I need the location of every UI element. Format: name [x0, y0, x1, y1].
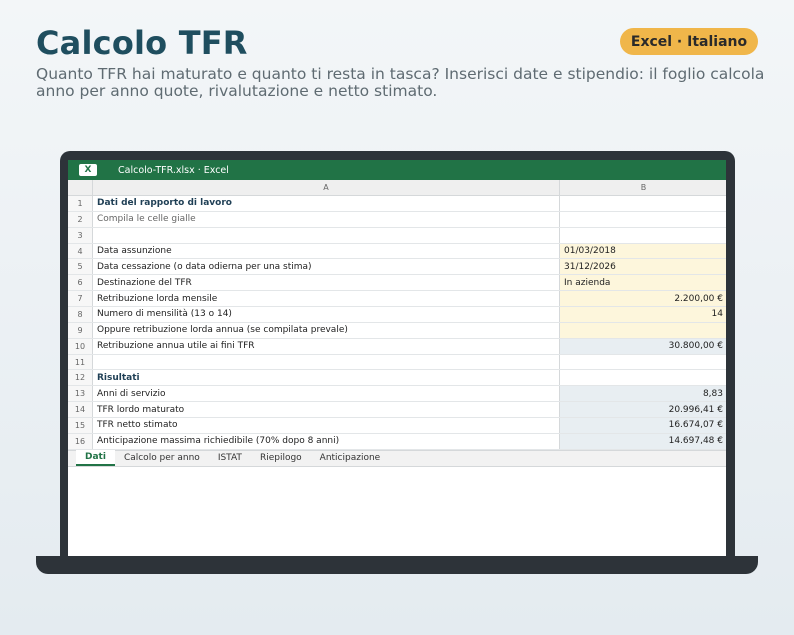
row-number[interactable]: 15: [68, 418, 93, 433]
table-row: 16 Anticipazione massima richiedibile (7…: [68, 433, 726, 450]
row-number[interactable]: 6: [68, 275, 93, 291]
cell-a8[interactable]: Numero di mensilità (13 o 14): [93, 307, 560, 322]
cell-b1[interactable]: [560, 196, 726, 211]
table-row: 3: [68, 227, 726, 244]
cell-a15[interactable]: TFR netto stimato: [93, 418, 560, 433]
tab-istat[interactable]: ISTAT: [209, 450, 251, 466]
row-number[interactable]: 4: [68, 243, 93, 259]
cell-b15[interactable]: 16.674,07 €: [560, 418, 726, 433]
cell-b6[interactable]: In azienda: [560, 275, 726, 291]
cell-a5[interactable]: Data cessazione (o data odierna per una …: [93, 259, 560, 275]
cell-a12[interactable]: Risultati: [93, 370, 560, 386]
column-header-b[interactable]: B: [560, 180, 726, 195]
table-row: 9 Oppure retribuzione lorda annua (se co…: [68, 322, 726, 339]
row-number[interactable]: 5: [68, 259, 93, 275]
row-number[interactable]: 8: [68, 307, 93, 322]
column-header-a[interactable]: A: [93, 180, 560, 195]
cell-b5[interactable]: 31/12/2026: [560, 259, 726, 275]
spreadsheet-grid: A B 1 Dati del rapporto di lavoro 2 Comp…: [68, 180, 726, 450]
excel-window: X Calcolo-TFR.xlsx · Excel A B 1 Dati de…: [68, 160, 726, 556]
row-number[interactable]: 3: [68, 227, 93, 243]
window-title: Calcolo-TFR.xlsx · Excel: [118, 164, 229, 176]
row-number[interactable]: 1: [68, 196, 93, 211]
cell-a3[interactable]: [93, 227, 560, 243]
table-row: 10 Retribuzione annua utile ai fini TFR …: [68, 338, 726, 355]
row-number[interactable]: 12: [68, 370, 93, 386]
row-number[interactable]: 2: [68, 211, 93, 227]
cell-a10[interactable]: Retribuzione annua utile ai fini TFR: [93, 338, 560, 354]
cell-a2[interactable]: Compila le celle gialle: [93, 211, 560, 227]
table-row: 5 Data cessazione (o data odierna per un…: [68, 259, 726, 276]
row-number[interactable]: 14: [68, 402, 93, 418]
page-title: Calcolo TFR: [36, 24, 248, 62]
page-subtitle: Quanto TFR hai maturato e quanto ti rest…: [36, 65, 765, 100]
row-number[interactable]: 13: [68, 386, 93, 402]
cell-b4[interactable]: 01/03/2018: [560, 243, 726, 259]
cell-a13[interactable]: Anni di servizio: [93, 386, 560, 402]
table-row: 15 TFR netto stimato 16.674,07 €: [68, 418, 726, 434]
table-row: 6 Destinazione del TFR In azienda: [68, 275, 726, 292]
sheet-tabs-bar: Dati Calcolo per anno ISTAT Riepilogo An…: [68, 449, 726, 467]
cell-a6[interactable]: Destinazione del TFR: [93, 275, 560, 291]
table-row: 14 TFR lordo maturato 20.996,41 €: [68, 402, 726, 419]
table-row: 11: [68, 354, 726, 371]
table-row: 7 Retribuzione lorda mensile 2.200,00 €: [68, 291, 726, 308]
tab-anticipazione[interactable]: Anticipazione: [311, 450, 390, 466]
tab-riepilogo[interactable]: Riepilogo: [251, 450, 311, 466]
row-number[interactable]: 7: [68, 291, 93, 307]
table-row: 1 Dati del rapporto di lavoro: [68, 196, 726, 212]
cell-a7[interactable]: Retribuzione lorda mensile: [93, 291, 560, 307]
cell-a11[interactable]: [93, 354, 560, 370]
language-badge: Excel · Italiano: [620, 28, 758, 55]
table-row: 8 Numero di mensilità (13 o 14) 14: [68, 307, 726, 323]
row-number[interactable]: 9: [68, 322, 93, 338]
cell-b13[interactable]: 8,83: [560, 386, 726, 402]
column-header-row: A B: [68, 180, 726, 196]
table-row: 13 Anni di servizio 8,83: [68, 386, 726, 403]
cell-b7[interactable]: 2.200,00 €: [560, 291, 726, 307]
window-titlebar: X Calcolo-TFR.xlsx · Excel: [68, 160, 726, 180]
cell-b12[interactable]: [560, 370, 726, 385]
table-row: 4 Data assunzione 01/03/2018: [68, 243, 726, 260]
laptop-base: [36, 556, 758, 574]
cell-b3[interactable]: [560, 228, 726, 243]
cell-b11[interactable]: [560, 355, 726, 370]
cell-b8[interactable]: 14: [560, 307, 726, 322]
cell-b9[interactable]: [560, 322, 726, 338]
cell-b16[interactable]: 14.697,48 €: [560, 433, 726, 449]
tab-dati[interactable]: Dati: [76, 450, 115, 467]
excel-icon: X: [79, 164, 97, 176]
cell-b10[interactable]: 30.800,00 €: [560, 338, 726, 354]
cell-a14[interactable]: TFR lordo maturato: [93, 402, 560, 418]
row-number[interactable]: 10: [68, 338, 93, 354]
row-number[interactable]: 16: [68, 433, 93, 449]
table-row: 12 Risultati: [68, 370, 726, 387]
select-all-corner[interactable]: [68, 180, 93, 195]
row-number[interactable]: 11: [68, 354, 93, 370]
cell-a16[interactable]: Anticipazione massima richiedibile (70% …: [93, 433, 560, 449]
cell-b2[interactable]: [560, 212, 726, 227]
tab-calcolo-per-anno[interactable]: Calcolo per anno: [115, 450, 209, 466]
cell-a1[interactable]: Dati del rapporto di lavoro: [93, 196, 560, 211]
table-row: 2 Compila le celle gialle: [68, 211, 726, 228]
cell-b14[interactable]: 20.996,41 €: [560, 402, 726, 418]
cell-a9[interactable]: Oppure retribuzione lorda annua (se comp…: [93, 322, 560, 338]
cell-a4[interactable]: Data assunzione: [93, 243, 560, 259]
